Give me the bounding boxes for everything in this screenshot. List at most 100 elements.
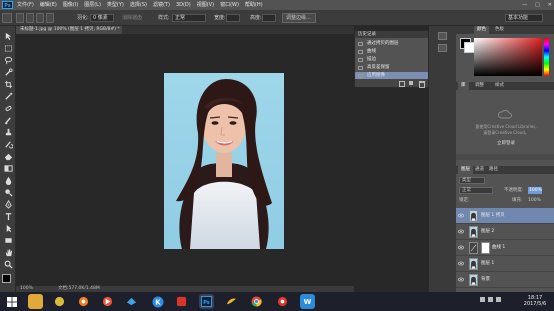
opacity-input[interactable]: 100% (528, 187, 542, 194)
media-player-icon[interactable] (76, 294, 91, 309)
history-item[interactable]: 高反差保留 (355, 64, 428, 72)
menu-item[interactable]: 选择(S) (130, 0, 147, 10)
width-input[interactable] (226, 14, 240, 22)
game-icon[interactable] (52, 294, 67, 309)
menu-item[interactable]: 帮助(H) (245, 0, 263, 10)
word-app-icon[interactable]: W (300, 294, 315, 309)
layer-row[interactable]: 图层 2 (456, 224, 554, 240)
layer-row[interactable]: 曲线 1 (456, 240, 554, 256)
photoshop-taskbar-icon[interactable]: Ps (199, 294, 214, 309)
tab-libraries[interactable]: 库 (458, 82, 469, 90)
tab-layers[interactable]: 图层 (458, 166, 473, 174)
visibility-eye-icon[interactable] (458, 277, 464, 282)
clock[interactable]: 18:17 2017/5/6 (518, 295, 552, 307)
tab-styles[interactable]: 样式 (492, 82, 507, 90)
new-document-icon[interactable] (399, 81, 405, 87)
chrome-icon[interactable] (249, 294, 264, 309)
minimize-button[interactable]: — (522, 0, 527, 10)
video-app-icon[interactable] (100, 294, 115, 309)
intersect-selection-icon[interactable] (46, 13, 54, 23)
menu-item[interactable]: 文件(F) (17, 0, 34, 10)
visibility-eye-icon[interactable] (458, 229, 464, 234)
menu-item[interactable]: 视图(V) (197, 0, 214, 10)
windows-start-icon[interactable] (4, 294, 19, 309)
tool-preset-picker[interactable] (2, 13, 12, 23)
menu-item[interactable]: 图像(I) (63, 0, 78, 10)
close-button[interactable]: ✕ (548, 0, 552, 10)
quick-selection-tool-icon[interactable] (3, 68, 13, 77)
tab-paths[interactable]: 路径 (486, 166, 501, 174)
healing-brush-tool-icon[interactable] (3, 104, 13, 113)
document-image[interactable] (164, 73, 284, 249)
foreground-color-swatch[interactable] (2, 274, 11, 283)
delete-icon[interactable] (419, 81, 425, 88)
tab-color[interactable]: 颜色 (474, 26, 489, 34)
eraser-tool-icon[interactable] (3, 152, 13, 161)
menu-item[interactable]: 图层(L) (84, 0, 101, 10)
maximize-button[interactable]: □ (535, 0, 540, 10)
gradient-tool-icon[interactable] (3, 164, 13, 173)
red-circle-app-icon[interactable] (275, 294, 290, 309)
workspace-select[interactable]: 基本功能 (505, 14, 543, 22)
feather-input[interactable]: 0 像素 (90, 14, 114, 22)
document-tab[interactable]: 未标题-1.jpg @ 100% (图层 1 拷贝, RGB/8#) * (16, 26, 122, 34)
move-tool-icon[interactable] (3, 32, 13, 41)
bird-app-icon[interactable] (124, 294, 139, 309)
marquee-tool-icon[interactable] (3, 44, 13, 53)
history-item[interactable]: 描边 (355, 56, 428, 64)
file-explorer-icon[interactable] (28, 294, 43, 309)
new-snapshot-icon[interactable] (409, 81, 413, 85)
history-brush-tool-icon[interactable] (3, 140, 13, 149)
layer-row[interactable]: 图层 1 拷贝 (456, 208, 554, 224)
menu-item[interactable]: 类型(Y) (107, 0, 124, 10)
layer-kind-filter[interactable]: 类型 (459, 177, 485, 184)
eyedropper-tool-icon[interactable] (3, 92, 13, 101)
type-tool-icon[interactable] (3, 212, 13, 221)
lasso-tool-icon[interactable] (3, 56, 13, 65)
add-selection-icon[interactable] (26, 13, 34, 23)
refine-edge-button[interactable]: 调整边缘... (282, 13, 316, 23)
style-select[interactable]: 正常 (172, 14, 206, 22)
crop-tool-icon[interactable] (3, 80, 13, 89)
visibility-eye-icon[interactable] (458, 245, 464, 250)
menu-item[interactable]: 3D(D) (176, 0, 191, 10)
menu-item[interactable]: 窗口(W) (220, 0, 239, 10)
hue-slider[interactable] (544, 38, 549, 76)
pen-tool-icon[interactable] (3, 200, 13, 209)
visibility-eye-icon[interactable] (458, 213, 464, 218)
blur-tool-icon[interactable] (3, 176, 13, 185)
volume-icon[interactable] (488, 297, 493, 302)
layer-row[interactable]: 背景 (456, 272, 554, 288)
tab-channels[interactable]: 通道 (472, 166, 487, 174)
new-selection-icon[interactable] (16, 13, 24, 23)
brush-tool-icon[interactable] (3, 116, 13, 125)
battery-icon[interactable] (496, 297, 501, 302)
antialias-checkbox[interactable]: 消除锯齿 (122, 14, 142, 22)
menu-item[interactable]: 滤镜(T) (153, 0, 170, 10)
properties-panel-icon[interactable] (438, 44, 447, 52)
visibility-eye-icon[interactable] (458, 261, 464, 266)
blend-mode-select[interactable]: 正常 (459, 187, 493, 194)
tab-adjustments[interactable]: 调整 (472, 82, 487, 90)
layer-row[interactable]: 图层 1 (456, 256, 554, 272)
path-selection-tool-icon[interactable] (3, 224, 13, 233)
rectangle-tool-icon[interactable] (3, 236, 13, 245)
subtract-selection-icon[interactable] (36, 13, 44, 23)
history-panel-icon[interactable] (438, 32, 447, 40)
clone-stamp-tool-icon[interactable] (3, 128, 13, 137)
zoom-tool-icon[interactable] (3, 260, 13, 269)
height-input[interactable] (262, 14, 276, 22)
color-picker-field[interactable] (474, 38, 542, 76)
hand-tool-icon[interactable] (3, 248, 13, 257)
dodge-tool-icon[interactable] (3, 188, 13, 197)
tab-swatches[interactable]: 色板 (492, 26, 507, 34)
history-item[interactable]: 通过拷贝的图层 (355, 40, 428, 48)
menu-item[interactable]: 编辑(E) (40, 0, 57, 10)
wing-app-icon[interactable] (224, 294, 239, 309)
k-app-icon[interactable]: K (150, 294, 165, 309)
history-item[interactable]: 曲线 (355, 48, 428, 56)
red-app-icon[interactable] (174, 294, 189, 309)
cc-signin-button[interactable]: 立即登录 (490, 140, 522, 147)
fill-input[interactable]: 100% (528, 197, 541, 204)
network-icon[interactable] (480, 297, 485, 302)
